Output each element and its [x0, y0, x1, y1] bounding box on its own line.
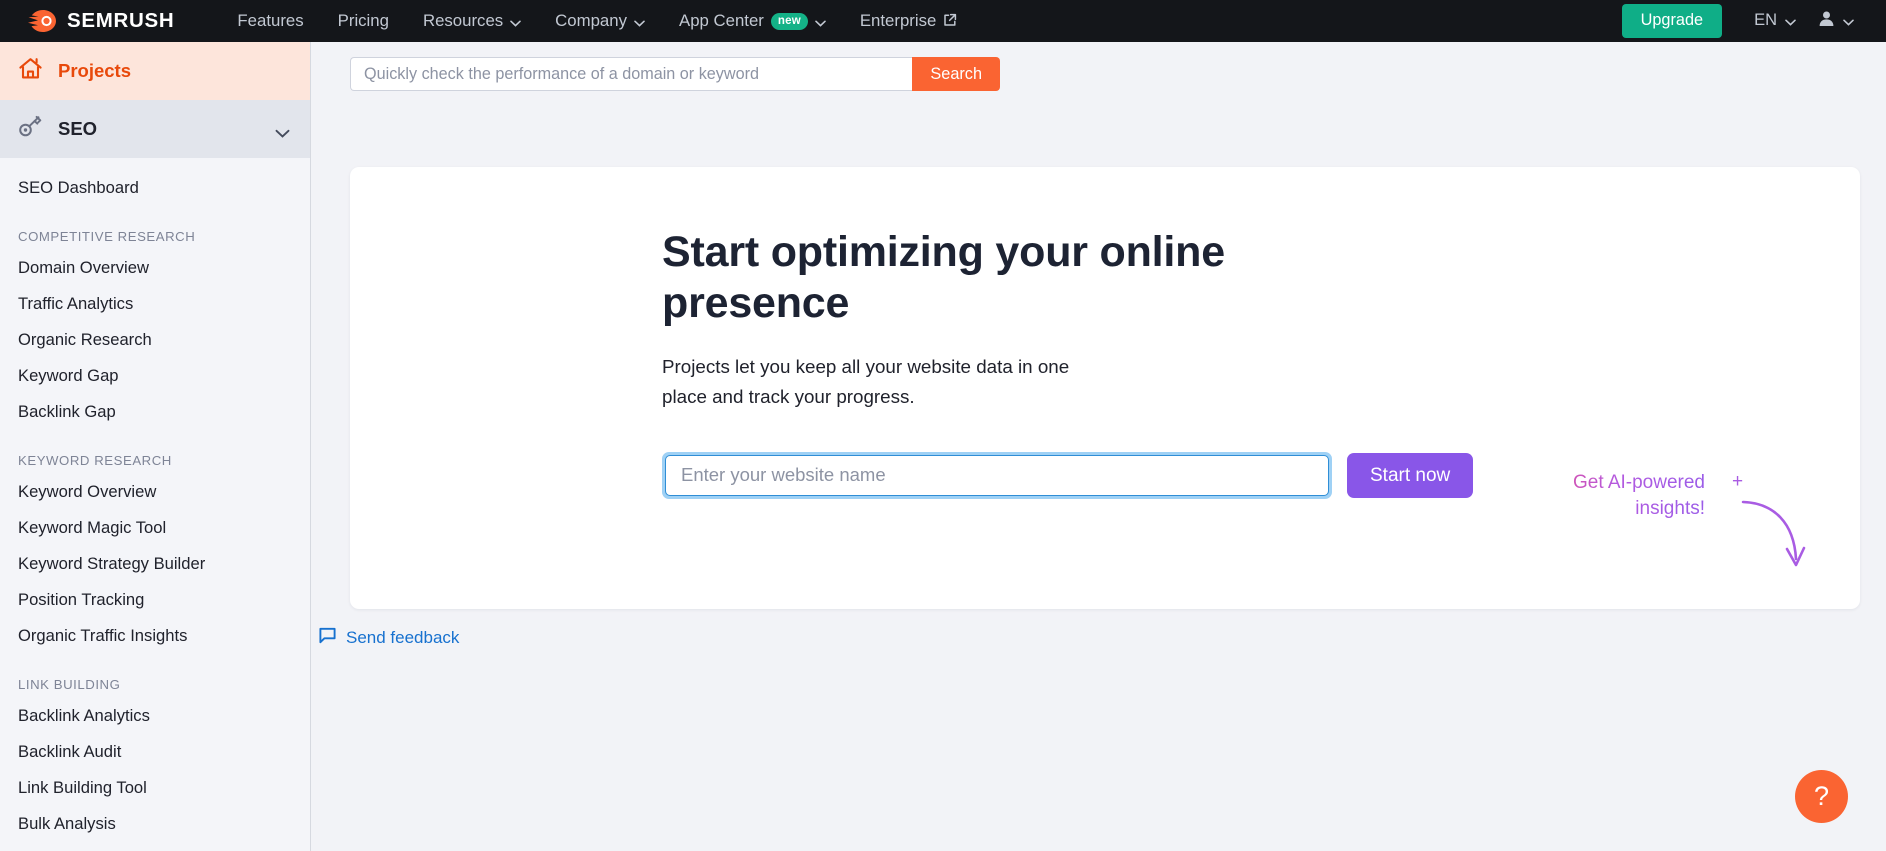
brand-name: SEMRUSH	[67, 9, 175, 32]
home-icon	[18, 56, 43, 86]
sparkle-plus-icon: +	[1732, 471, 1744, 492]
nav-item-label: Resources	[422, 11, 504, 30]
sidebar-projects-label: Projects	[58, 60, 132, 81]
language-selector[interactable]: EN	[1738, 11, 1812, 30]
key-icon	[18, 114, 43, 144]
sidebar-item-keyword-strategy-builder[interactable]: Keyword Strategy Builder	[0, 546, 310, 582]
website-name-input[interactable]	[665, 454, 1329, 496]
header-right-controls: Upgrade EN	[1621, 4, 1864, 38]
left-sidebar: Projects SEO SEO Dashboard COMPETITIVE R…	[0, 42, 311, 851]
semrush-logo[interactable]: SEMRUSH	[27, 8, 174, 34]
sidebar-item-keyword-gap[interactable]: Keyword Gap	[0, 358, 310, 394]
search-button[interactable]: Search	[912, 57, 1000, 91]
external-link-icon	[943, 11, 957, 31]
sidebar-item-organic-research[interactable]: Organic Research	[0, 322, 310, 358]
nav-item-app-center[interactable]: App Center new	[662, 0, 843, 42]
sidebar-item-keyword-magic-tool[interactable]: Keyword Magic Tool	[0, 510, 310, 546]
sidebar-item-keyword-overview[interactable]: Keyword Overview	[0, 474, 310, 510]
nav-item-enterprise[interactable]: Enterprise	[843, 0, 974, 42]
sidebar-section-competitive-research: COMPETITIVE RESEARCH	[18, 229, 196, 244]
upgrade-button[interactable]: Upgrade	[1621, 4, 1723, 38]
nav-item-label: Pricing	[337, 11, 389, 30]
chevron-down-icon	[1785, 11, 1796, 30]
chevron-down-icon	[1843, 12, 1854, 30]
speech-bubble-icon	[319, 627, 336, 649]
primary-navigation: Features Pricing Resources Company App C…	[220, 0, 974, 42]
onboarding-card-content: Start optimizing your online presence Pr…	[662, 227, 1662, 499]
nav-item-label: Features	[237, 11, 304, 30]
top-header-bar: SEMRUSH Features Pricing Resources Compa…	[0, 0, 1886, 42]
ai-insights-annotation: Get AI-powered insights!	[1545, 470, 1705, 522]
semrush-comet-logo-icon	[27, 8, 57, 34]
chevron-down-icon[interactable]	[275, 125, 290, 138]
help-button[interactable]: ?	[1795, 770, 1848, 823]
sidebar-item-link-building-tool[interactable]: Link Building Tool	[0, 770, 310, 806]
sidebar-item-backlink-analytics[interactable]: Backlink Analytics	[0, 698, 310, 734]
new-badge: new	[770, 12, 808, 30]
main-content-area: Search Start optimizing your online pres…	[312, 42, 1886, 851]
sidebar-seo-label: SEO	[58, 118, 98, 139]
search-input[interactable]	[350, 57, 913, 91]
sidebar-item-seo-dashboard[interactable]: SEO Dashboard	[0, 170, 310, 206]
nav-item-features[interactable]: Features	[220, 0, 320, 42]
nav-item-label: Company	[555, 11, 627, 30]
sidebar-section-keyword-research: KEYWORD RESEARCH	[18, 453, 172, 468]
page-title: Start optimizing your online presence	[662, 228, 1225, 327]
send-feedback-label: Send feedback	[346, 628, 460, 647]
onboarding-card: Start optimizing your online presence Pr…	[350, 167, 1860, 609]
page-subtitle: Projects let you keep all your website d…	[662, 356, 1070, 408]
nav-item-label: App Center	[679, 11, 764, 30]
sidebar-item-projects[interactable]: Projects	[0, 42, 310, 100]
sidebar-section-link-building: LINK BUILDING	[18, 677, 121, 692]
user-avatar-icon	[1818, 10, 1835, 32]
user-account-menu[interactable]	[1812, 10, 1864, 32]
nav-item-pricing[interactable]: Pricing	[321, 0, 406, 42]
nav-item-resources[interactable]: Resources	[406, 0, 538, 42]
sidebar-item-domain-overview[interactable]: Domain Overview	[0, 250, 310, 286]
sidebar-item-backlink-audit[interactable]: Backlink Audit	[0, 734, 310, 770]
sidebar-item-seo[interactable]: SEO	[0, 100, 310, 158]
curved-arrow-down-icon	[1740, 497, 1815, 587]
global-search-bar: Search	[350, 57, 1000, 91]
send-feedback-link[interactable]: Send feedback	[319, 627, 459, 649]
sidebar-item-traffic-analytics[interactable]: Traffic Analytics	[0, 286, 310, 322]
nav-item-company[interactable]: Company	[538, 0, 662, 42]
website-input-focus-ring	[662, 451, 1332, 499]
sidebar-item-organic-traffic-insights[interactable]: Organic Traffic Insights	[0, 618, 310, 654]
language-label: EN	[1754, 11, 1777, 30]
start-now-button[interactable]: Start now	[1347, 452, 1474, 498]
chevron-down-icon	[634, 11, 645, 31]
website-form-row: Start now	[662, 451, 1662, 499]
sidebar-item-position-tracking[interactable]: Position Tracking	[0, 582, 310, 618]
nav-item-label: Enterprise	[859, 11, 937, 30]
sidebar-item-bulk-analysis[interactable]: Bulk Analysis	[0, 806, 310, 842]
sidebar-item-backlink-gap[interactable]: Backlink Gap	[0, 394, 310, 430]
chevron-down-icon	[510, 11, 521, 31]
chevron-down-icon	[815, 11, 826, 31]
